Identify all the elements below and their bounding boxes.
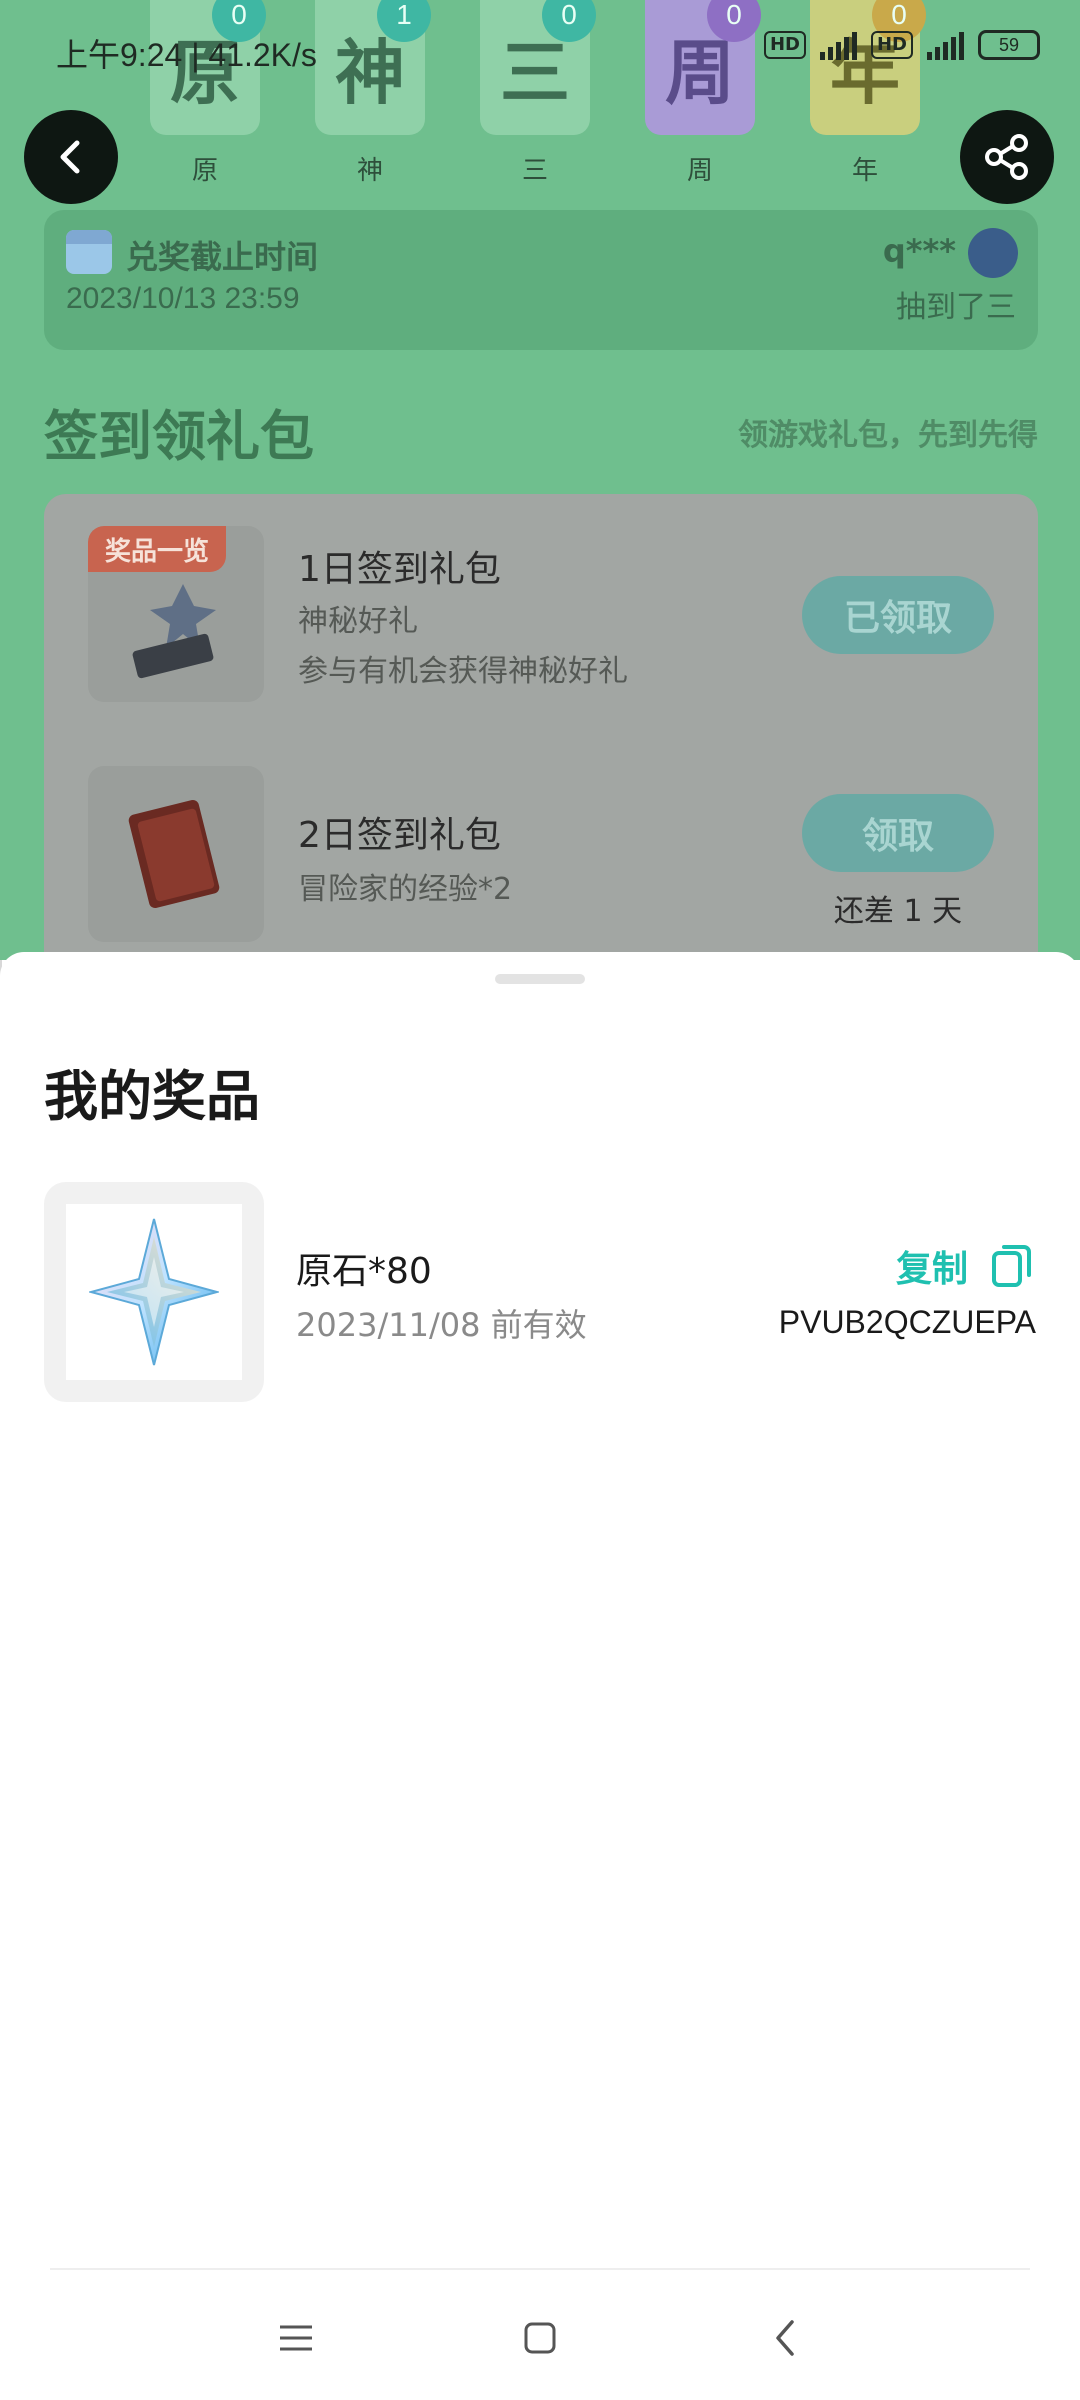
share-button[interactable]	[960, 110, 1054, 204]
menu-button[interactable]	[266, 2308, 326, 2368]
hd-tag-2: HD	[870, 31, 913, 59]
share-icon	[985, 134, 1028, 180]
copy-icon[interactable]	[990, 1243, 1032, 1289]
primogem-icon	[89, 1218, 219, 1366]
winner-text: 抽到了三	[896, 290, 1016, 325]
separator: |	[191, 37, 209, 73]
net-speed: 41.2K/s	[208, 37, 317, 73]
prize-expiry: 2023/11/08 前有效	[296, 1306, 587, 1344]
menu-icon	[280, 2325, 312, 2351]
days-remaining: 还差 1 天	[833, 894, 963, 929]
calendar-icon	[66, 230, 112, 274]
nav-back-button[interactable]	[756, 2308, 816, 2368]
chevron-left-icon	[60, 140, 80, 174]
system-nav-bar	[0, 2270, 1080, 2400]
status-time: 上午9:24 | 41.2K/s	[56, 30, 317, 76]
my-prizes-sheet: 我的奖品 原石*80 2023/11/08 前有效 复制 PVUB2QCZUEP…	[0, 952, 1080, 2400]
character-label: 年	[851, 156, 878, 186]
background-page: 原 0 原 神 1 神 三 0 三 周 0 周 年 0 年 上午9:24 | 4…	[0, 0, 1080, 960]
signin-section-title: 签到领礼包	[44, 405, 314, 468]
back-button[interactable]	[24, 110, 118, 204]
claimed-button[interactable]: 已领取	[802, 576, 994, 654]
sheet-title: 我的奖品	[44, 1065, 260, 1128]
deadline-box: 兑奖截止时间 2023/10/13 23:59 q*** 抽到了三	[44, 210, 1038, 350]
redeem-code: PVUB2QCZUEPA	[778, 1304, 1036, 1340]
signin-section-subtitle: 领游戏礼包，先到先得	[738, 418, 1038, 453]
avatar	[968, 228, 1018, 278]
deadline-title: 兑奖截止时间	[126, 238, 319, 276]
prize-name: 原石*80	[296, 1251, 432, 1292]
back-chevron-icon	[776, 2320, 794, 2356]
winner-name: q***	[882, 232, 956, 270]
claim-button[interactable]: 领取	[802, 794, 994, 872]
drag-handle[interactable]	[495, 974, 585, 984]
book-icon	[128, 799, 220, 909]
battery-icon: 59	[978, 30, 1040, 60]
status-indicators: HD HD 59	[763, 30, 1040, 60]
prize-list-ribbon[interactable]: 奖品一览	[88, 526, 226, 572]
home-button[interactable]	[510, 2308, 570, 2368]
signal-icon	[819, 30, 857, 60]
gift-name: 1日签到礼包	[298, 549, 501, 590]
gift-name-2: 2日签到礼包	[298, 815, 501, 856]
copy-label[interactable]: 复制	[896, 1240, 968, 1292]
gift-desc-2: 参与有机会获得神秘好礼	[298, 654, 628, 689]
gift-thumb[interactable]: 奖品一览	[88, 526, 264, 702]
character-label: 原	[191, 156, 218, 186]
gift-desc-3: 冒险家的经验*2	[298, 872, 513, 907]
character-label: 三	[521, 156, 548, 186]
character-label: 神	[356, 156, 383, 186]
hd-tag: HD	[763, 31, 806, 59]
home-square-icon	[524, 2322, 556, 2354]
status-bar: 上午9:24 | 41.2K/s HD HD 59	[0, 0, 1080, 100]
copy-button[interactable]: 复制	[896, 1240, 1032, 1292]
gift-panel: 奖品一览 1日签到礼包 神秘好礼 参与有机会获得神秘好礼 已领取 2日签到礼包 …	[44, 494, 1038, 960]
deadline-date: 2023/10/13 23:59	[66, 282, 300, 315]
character-label: 周	[686, 156, 713, 186]
gift-desc: 神秘好礼	[298, 604, 418, 639]
prize-thumb	[44, 1182, 264, 1402]
gift-thumb-2[interactable]	[88, 766, 264, 942]
clock: 上午9:24	[56, 37, 183, 73]
prize-image	[66, 1204, 242, 1380]
signal-icon-2	[927, 30, 964, 60]
